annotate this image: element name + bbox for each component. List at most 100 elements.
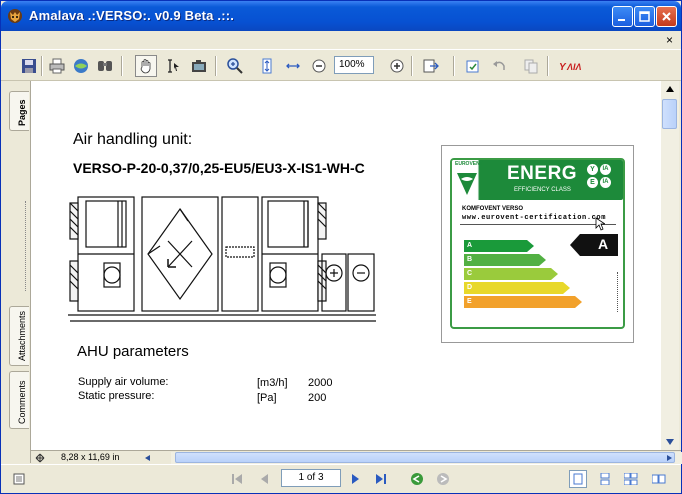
first-page-button[interactable]	[229, 471, 245, 487]
svg-text:ΛIΛ: ΛIΛ	[566, 62, 582, 72]
sidebar-splitter[interactable]	[25, 201, 28, 291]
navigation-sidebar: Pages Attachments Comments	[1, 81, 31, 463]
energy-tag: E	[587, 177, 598, 188]
previous-page-icon	[261, 474, 268, 484]
arrow-down-icon[interactable]	[665, 438, 675, 446]
next-page-button[interactable]	[347, 471, 363, 487]
last-page-icon	[376, 474, 386, 484]
single-page-icon	[573, 473, 583, 485]
snapshot-button[interactable]	[189, 56, 209, 76]
energy-tag: Y	[587, 164, 598, 175]
eurovent-brand: EUROVENT	[455, 161, 483, 167]
eurovent-logo-icon	[457, 173, 477, 195]
window-title: Amalava .:VERSO:. v0.9 Beta .::.	[29, 8, 235, 23]
hand-tool-button[interactable]	[135, 55, 157, 77]
ahu-diagram	[68, 196, 376, 322]
facing-pages-icon	[624, 473, 638, 485]
fit-width-button[interactable]	[283, 56, 303, 76]
app-logo-button[interactable]: Y ΛIΛ	[557, 56, 587, 76]
horizontal-scrollbar[interactable]	[171, 452, 682, 464]
rotate-button[interactable]	[463, 56, 483, 76]
horizontal-scroll-thumb[interactable]	[175, 452, 675, 463]
minimize-button[interactable]	[612, 6, 633, 27]
single-page-view-button[interactable]	[569, 470, 587, 488]
menu-bar: ×	[1, 31, 681, 49]
tab-pages[interactable]: Pages	[9, 91, 29, 131]
tab-pages-label: Pages	[17, 99, 27, 126]
previous-page-button[interactable]	[257, 471, 273, 487]
tab-comments[interactable]: Comments	[9, 371, 29, 429]
arrow-up-icon[interactable]	[665, 85, 675, 93]
energy-class-bar: D	[464, 282, 570, 294]
page-number-input[interactable]: 1 of 3	[281, 469, 341, 487]
tab-attachments[interactable]: Attachments	[9, 306, 29, 366]
rating-letter: A	[598, 236, 609, 252]
fit-page-button[interactable]	[257, 56, 277, 76]
first-page-icon	[232, 474, 242, 484]
vertical-scroll-thumb[interactable]	[662, 99, 677, 129]
energy-tag: IA	[600, 164, 611, 175]
go-back-button[interactable]	[409, 471, 425, 487]
energy-word: ENERG	[507, 163, 578, 184]
copy-icon	[524, 59, 538, 74]
select-text-button[interactable]	[163, 56, 183, 76]
main-toolbar: ▼ 100% ▼ ▼ ▼ YΛIΛ	[1, 49, 681, 119]
app-logo-icon: Y ΛIΛ	[559, 62, 582, 73]
continuous-facing-view-button[interactable]	[651, 471, 667, 487]
search-icon	[98, 61, 112, 71]
rating-arrow	[570, 234, 618, 256]
page-size-indicator: 8,28 x 11,69 in	[61, 452, 120, 462]
export-icon	[423, 59, 439, 73]
toolbar-separator	[41, 56, 43, 76]
app-logo-icon	[8, 9, 22, 23]
go-forward-icon	[437, 473, 449, 485]
efficiency-class-text: EFFICIENCY CLASS	[514, 187, 571, 193]
param-value: 200	[308, 392, 327, 404]
zoom-in-button[interactable]	[387, 56, 407, 76]
toolbar-separator	[411, 56, 413, 76]
title-bar[interactable]: Amalava .:VERSO:. v0.9 Beta .::.	[1, 1, 681, 31]
copy-button[interactable]	[521, 56, 541, 76]
export-button[interactable]	[421, 56, 441, 76]
param-unit: [Pa]	[257, 392, 277, 404]
cursor-pointer-icon	[595, 217, 605, 231]
zoom-tool-button[interactable]	[225, 56, 245, 76]
zoom-in-small-icon	[390, 59, 404, 73]
facing-view-button[interactable]	[623, 471, 639, 487]
undo-button[interactable]	[489, 56, 509, 76]
page-options-icon[interactable]	[35, 453, 45, 463]
zoom-out-icon	[312, 59, 326, 73]
toolbar-separator	[215, 56, 217, 76]
document-close-button[interactable]: ×	[666, 33, 673, 47]
toolbar-separator	[453, 56, 455, 76]
param-value: 2000	[308, 377, 333, 389]
print-button[interactable]	[47, 56, 67, 76]
document-page[interactable]: Air handling unit: VERSO-P-20-0,37/0,25-…	[31, 81, 661, 450]
energy-tag: IA	[600, 177, 611, 188]
toolbar-separator	[121, 56, 123, 76]
hand-icon	[140, 59, 151, 74]
email-button[interactable]	[71, 56, 91, 76]
energy-class-bar: B	[464, 254, 546, 266]
arrow-left-icon[interactable]	[144, 454, 152, 462]
zoom-out-button[interactable]	[309, 56, 329, 76]
tab-comments-label: Comments	[17, 380, 27, 424]
maximize-button[interactable]	[634, 6, 655, 27]
zoom-input[interactable]: 100%	[334, 56, 374, 74]
snapshot-icon	[192, 60, 206, 72]
continuous-view-button[interactable]	[597, 471, 613, 487]
vertical-scrollbar[interactable]	[661, 81, 679, 450]
arrow-right-icon[interactable]	[666, 454, 674, 462]
panel-toggle-icon[interactable]	[13, 473, 25, 485]
close-icon	[662, 12, 671, 21]
fit-width-icon	[286, 63, 300, 69]
go-forward-button[interactable]	[435, 471, 451, 487]
close-button[interactable]	[656, 6, 677, 27]
find-button[interactable]	[95, 56, 115, 76]
last-page-button[interactable]	[373, 471, 389, 487]
go-back-icon	[411, 473, 423, 485]
svg-text:Y: Y	[559, 62, 567, 73]
maximize-icon	[639, 11, 650, 22]
save-button[interactable]	[19, 56, 39, 76]
label-product: KOMFOVENT VERSO	[462, 206, 524, 212]
